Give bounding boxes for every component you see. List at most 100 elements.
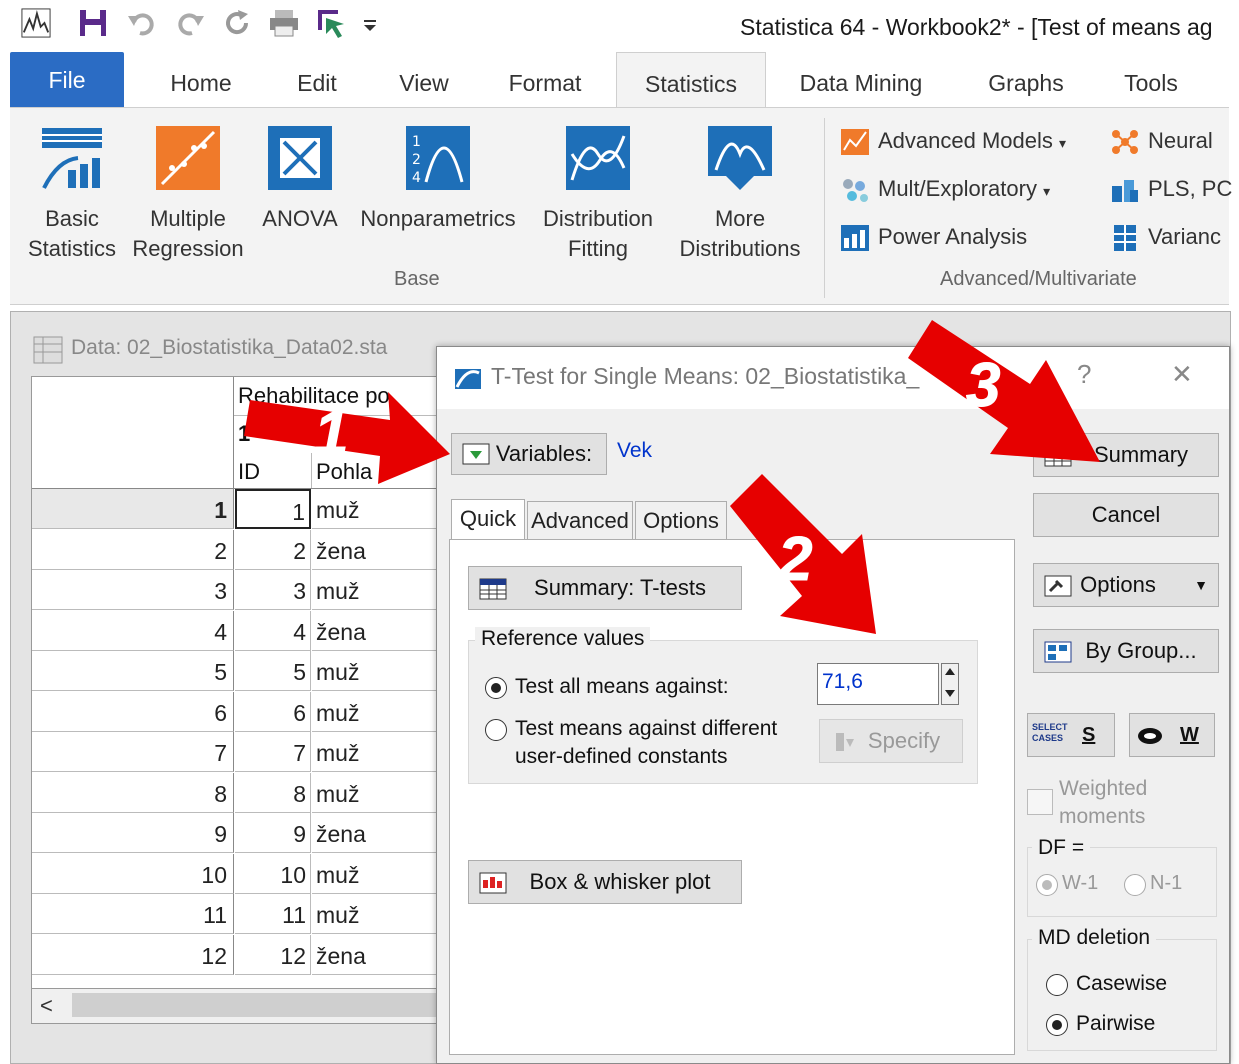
save-icon[interactable] xyxy=(78,8,108,38)
tab-statistics[interactable]: Statistics xyxy=(616,52,766,109)
cell-sex[interactable]: muž xyxy=(312,773,452,813)
tab-home[interactable]: Home xyxy=(156,52,246,108)
multiple-regression-button[interactable]: Multiple Regression xyxy=(130,124,246,264)
radio-test-all-means-label[interactable]: Test all means against: xyxy=(515,675,729,699)
cell-id[interactable]: 8 xyxy=(235,772,311,813)
cell-sex[interactable]: muž xyxy=(312,732,452,772)
specify-button[interactable]: Specify xyxy=(819,719,963,763)
radio-test-all-means[interactable] xyxy=(485,677,507,699)
options-button[interactable]: Options ▼ xyxy=(1033,563,1219,607)
row-header[interactable]: 2 xyxy=(32,529,234,570)
help-button[interactable]: ? xyxy=(1077,359,1091,390)
row-header[interactable]: 1 xyxy=(32,489,234,529)
tab-edit[interactable]: Edit xyxy=(280,52,354,108)
spinner-down-icon[interactable] xyxy=(945,690,955,697)
anova-button[interactable]: ANOVA xyxy=(254,124,346,234)
power-analysis-button[interactable]: Power Analysis xyxy=(840,224,1027,252)
tab-advanced[interactable]: Advanced xyxy=(527,501,633,539)
box-whisker-button[interactable]: Box & whisker plot xyxy=(468,860,742,904)
refresh-icon[interactable] xyxy=(222,8,252,38)
tab-data-mining[interactable]: Data Mining xyxy=(786,52,936,108)
row-header[interactable]: 7 xyxy=(32,732,234,772)
cell-id[interactable]: 11 xyxy=(235,894,311,934)
tab-view[interactable]: View xyxy=(386,52,462,108)
summary-ttests-button[interactable]: Summary: T-tests xyxy=(468,566,742,610)
horizontal-scrollbar[interactable]: < xyxy=(31,988,453,1024)
row-header[interactable]: 5 xyxy=(32,651,234,691)
row-header[interactable]: 8 xyxy=(32,772,234,813)
summary-button[interactable]: Summary xyxy=(1033,433,1219,477)
variable-header[interactable]: Rehabilitace po xyxy=(238,383,390,409)
variables-value[interactable]: Vek xyxy=(617,439,652,463)
basic-statistics-button[interactable]: Basic Statistics xyxy=(20,124,124,264)
test-value-spinner[interactable] xyxy=(941,663,959,705)
radio-test-different-label1[interactable]: Test means against different xyxy=(515,717,777,741)
cell-sex[interactable]: muž xyxy=(312,489,452,529)
tab-quick[interactable]: Quick xyxy=(451,499,525,541)
advanced-models-button[interactable]: Advanced Models ▾ xyxy=(840,128,1066,156)
print-icon[interactable] xyxy=(268,8,300,38)
cancel-button[interactable]: Cancel xyxy=(1033,493,1219,537)
close-button[interactable]: ✕ xyxy=(1171,359,1193,390)
variance-button[interactable]: Varianc xyxy=(1110,224,1221,252)
cell-sex[interactable]: žena xyxy=(312,611,452,651)
cell-id[interactable]: 5 xyxy=(235,651,311,691)
cell-sex[interactable]: muž xyxy=(312,854,452,894)
cell-sex[interactable]: muž xyxy=(312,570,452,610)
tab-options[interactable]: Options xyxy=(635,501,727,539)
cell-sex[interactable]: muž xyxy=(312,651,452,691)
radio-casewise[interactable] xyxy=(1046,974,1068,996)
row-header[interactable]: 12 xyxy=(32,934,234,975)
cell-id[interactable]: 1 xyxy=(235,489,311,529)
by-group-button[interactable]: By Group... xyxy=(1033,629,1219,673)
cell-id[interactable]: 9 xyxy=(235,813,311,853)
tab-file[interactable]: File xyxy=(10,52,124,108)
column-sex-header[interactable]: Pohla xyxy=(316,459,372,485)
cell-sex[interactable]: žena xyxy=(312,813,452,853)
cell-id[interactable]: 10 xyxy=(235,853,311,894)
pls-pca-button[interactable]: PLS, PC xyxy=(1110,176,1232,204)
radio-casewise-label[interactable]: Casewise xyxy=(1076,972,1167,996)
cell-id[interactable]: 6 xyxy=(235,691,311,732)
redo-icon[interactable] xyxy=(176,8,206,38)
tab-tools[interactable]: Tools xyxy=(1106,52,1196,108)
row-header[interactable]: 11 xyxy=(32,894,234,934)
customize-dropdown-icon[interactable] xyxy=(362,8,378,38)
nonparametrics-button[interactable]: 1 2 4 Nonparametrics xyxy=(350,124,526,234)
row-header[interactable]: 6 xyxy=(32,691,234,732)
mult-exploratory-button[interactable]: Mult/Exploratory ▾ xyxy=(840,176,1050,204)
cell-sex[interactable]: muž xyxy=(312,692,452,732)
cell-sex[interactable]: žena xyxy=(312,935,452,975)
cell-id[interactable]: 12 xyxy=(235,934,311,975)
scroll-thumb[interactable] xyxy=(72,993,444,1017)
row-header[interactable]: 3 xyxy=(32,570,234,610)
test-value-input[interactable]: 71,6 xyxy=(817,663,939,705)
column-id-header[interactable]: ID xyxy=(238,459,260,485)
distribution-fitting-button[interactable]: Distribution Fitting xyxy=(532,124,664,264)
app-logo-icon[interactable] xyxy=(20,8,52,38)
row-header[interactable]: 4 xyxy=(32,610,234,651)
select-cases-button[interactable]: SELECT CASES S xyxy=(1027,713,1115,757)
tab-graphs[interactable]: Graphs xyxy=(974,52,1078,108)
row-header[interactable]: 10 xyxy=(32,853,234,894)
weight-button[interactable]: W xyxy=(1129,713,1215,757)
undo-icon[interactable] xyxy=(126,8,156,38)
radio-pairwise-label[interactable]: Pairwise xyxy=(1076,1012,1155,1036)
spinner-up-icon[interactable] xyxy=(945,668,955,675)
cell-id[interactable]: 7 xyxy=(235,732,311,772)
cell-sex[interactable]: žena xyxy=(312,530,452,570)
radio-pairwise[interactable] xyxy=(1046,1014,1068,1036)
radio-df-w1[interactable] xyxy=(1036,874,1058,896)
row-header[interactable]: 9 xyxy=(32,813,234,853)
variables-button[interactable]: Variables: xyxy=(451,433,607,475)
weighted-moments-checkbox[interactable] xyxy=(1027,789,1053,815)
cell-id[interactable]: 4 xyxy=(235,610,311,651)
select-cursor-icon[interactable] xyxy=(316,8,350,38)
cell-id[interactable]: 2 xyxy=(235,529,311,570)
scroll-left-arrow[interactable]: < xyxy=(40,993,53,1019)
radio-df-n1[interactable] xyxy=(1124,874,1146,896)
neural-button[interactable]: Neural xyxy=(1110,128,1213,156)
radio-test-different-constants[interactable] xyxy=(485,719,507,741)
tab-format[interactable]: Format xyxy=(494,52,596,108)
cell-sex[interactable]: muž xyxy=(312,894,452,934)
